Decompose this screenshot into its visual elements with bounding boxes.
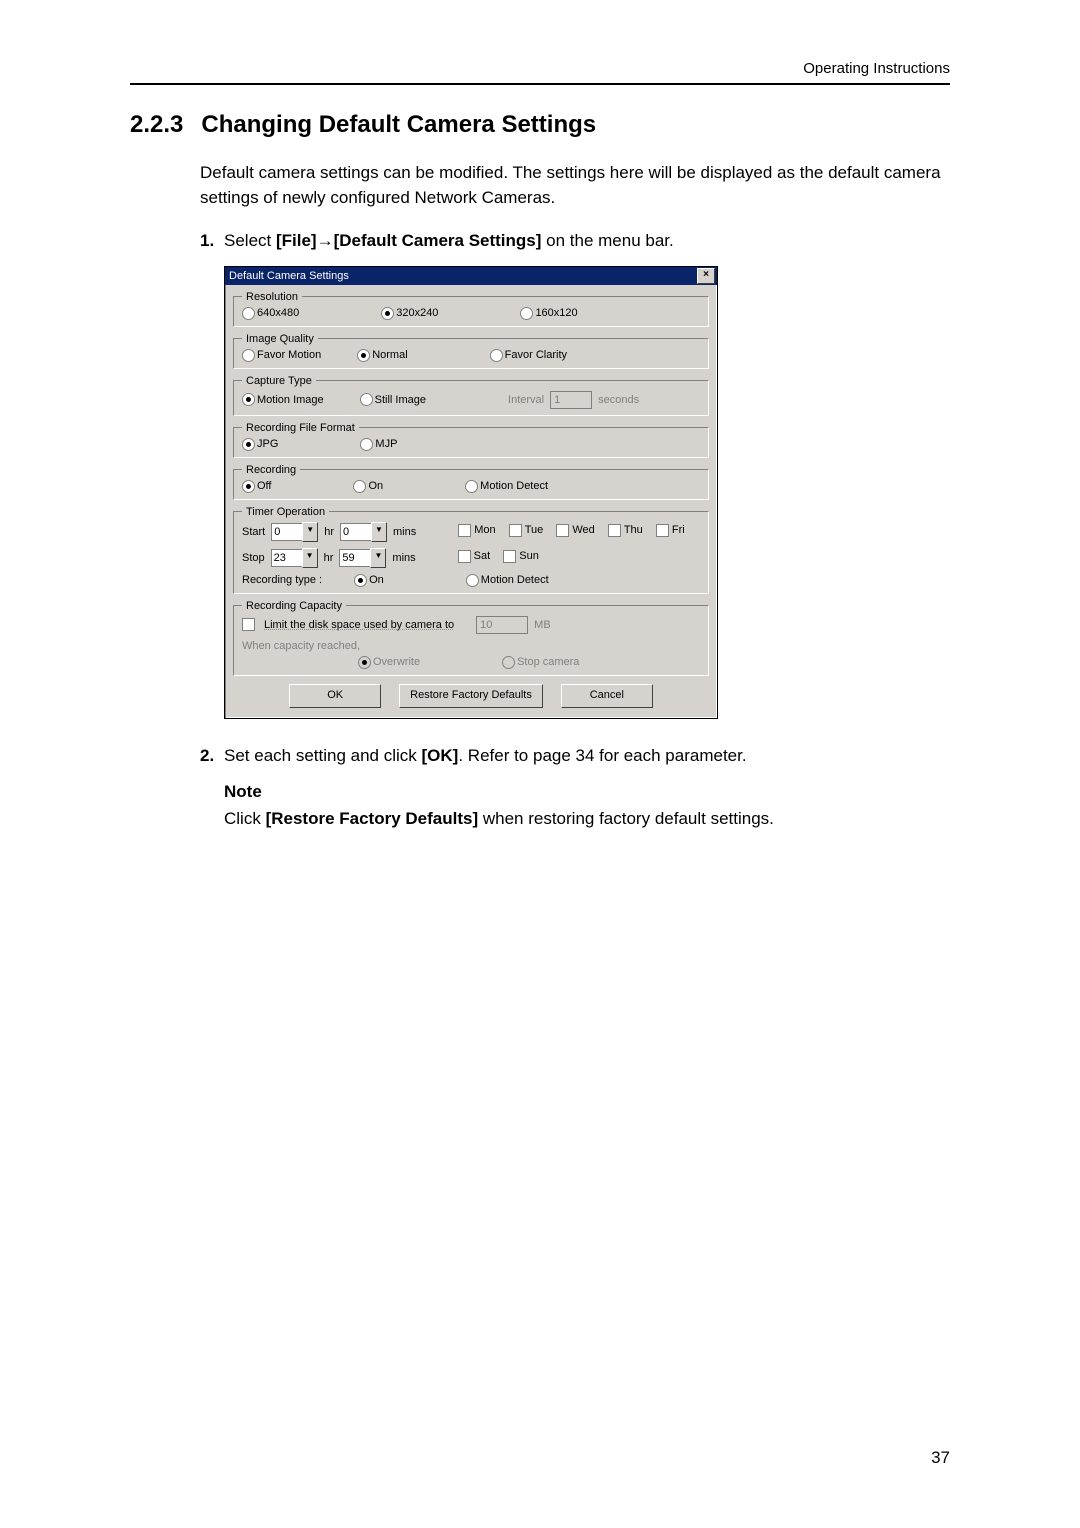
- group-timer: Timer Operation Start 0▼ hr 0▼ mins Mon …: [233, 506, 709, 594]
- dialog-titlebar[interactable]: Default Camera Settings ×: [225, 267, 717, 285]
- radio-motion-image[interactable]: Motion Image: [242, 393, 324, 406]
- interval-label: Interval: [508, 394, 544, 406]
- start-min-combo[interactable]: 0▼: [340, 522, 387, 542]
- section-heading: 2.2.3 Changing Default Camera Settings: [130, 111, 950, 139]
- limit-label: Limit the disk space used by camera to: [264, 619, 454, 631]
- radio-still-image[interactable]: Still Image: [360, 393, 426, 406]
- radio-rectype-motion[interactable]: Motion Detect: [466, 574, 549, 587]
- group-recording: Recording Off On Motion Detect: [233, 464, 709, 500]
- group-image-quality: Image Quality Favor Motion Normal Favor …: [233, 333, 709, 369]
- interval-unit: seconds: [598, 394, 639, 406]
- legend-file-format: Recording File Format: [242, 422, 359, 434]
- note-text: Click [Restore Factory Defaults] when re…: [224, 805, 950, 832]
- arrow-icon: →: [317, 228, 334, 254]
- radio-rec-on[interactable]: On: [353, 480, 383, 493]
- chk-sat[interactable]: Sat: [458, 550, 491, 563]
- ok-button[interactable]: OK: [289, 684, 381, 708]
- radio-normal[interactable]: Normal: [357, 349, 407, 362]
- stop-hour-combo[interactable]: 23▼: [271, 548, 318, 568]
- page-number: 37: [931, 1448, 950, 1468]
- when-capacity-label: When capacity reached,: [242, 640, 360, 652]
- step-1: 1.Select [File] → [Default Camera Settin…: [200, 228, 950, 254]
- running-header: Operating Instructions: [130, 60, 950, 85]
- cancel-button[interactable]: Cancel: [561, 684, 653, 708]
- radio-overwrite: Overwrite: [358, 656, 420, 669]
- legend-image-quality: Image Quality: [242, 333, 318, 345]
- legend-capacity: Recording Capacity: [242, 600, 346, 612]
- radio-rec-motion-detect[interactable]: Motion Detect: [465, 480, 548, 493]
- limit-value-input: 10: [476, 616, 528, 634]
- default-camera-settings-dialog: Default Camera Settings × Resolution 640…: [224, 266, 718, 719]
- radio-640x480[interactable]: 640x480: [242, 307, 299, 320]
- group-capture-type: Capture Type Motion Image Still Image In…: [233, 375, 709, 416]
- recording-type-label: Recording type :: [242, 574, 322, 586]
- start-label: Start: [242, 526, 265, 538]
- group-resolution: Resolution 640x480 320x240 160x120: [233, 291, 709, 327]
- step-2: 2.Set each setting and click [OK]. Refer…: [200, 743, 950, 769]
- chevron-down-icon[interactable]: ▼: [302, 548, 318, 568]
- chk-sun[interactable]: Sun: [503, 550, 539, 563]
- legend-resolution: Resolution: [242, 291, 302, 303]
- group-file-format: Recording File Format JPG MJP: [233, 422, 709, 458]
- radio-mjp[interactable]: MJP: [360, 438, 397, 451]
- restore-defaults-button[interactable]: Restore Factory Defaults: [399, 684, 543, 708]
- radio-favor-motion[interactable]: Favor Motion: [242, 349, 321, 362]
- radio-rec-off[interactable]: Off: [242, 480, 271, 493]
- radio-160x120[interactable]: 160x120: [520, 307, 577, 320]
- chk-wed[interactable]: Wed: [556, 524, 594, 537]
- chevron-down-icon[interactable]: ▼: [302, 522, 318, 542]
- legend-recording: Recording: [242, 464, 300, 476]
- radio-320x240[interactable]: 320x240: [381, 307, 438, 320]
- intro-paragraph: Default camera settings can be modified.…: [200, 161, 950, 210]
- radio-favor-clarity[interactable]: Favor Clarity: [490, 349, 567, 362]
- note-heading: Note: [224, 778, 950, 805]
- interval-input: 1: [550, 391, 592, 409]
- chk-limit-disk[interactable]: [242, 618, 255, 631]
- start-hour-combo[interactable]: 0▼: [271, 522, 318, 542]
- chk-tue[interactable]: Tue: [509, 524, 544, 537]
- group-capacity: Recording Capacity Limit the disk space …: [233, 600, 709, 676]
- legend-timer: Timer Operation: [242, 506, 329, 518]
- chk-thu[interactable]: Thu: [608, 524, 643, 537]
- section-title: Changing Default Camera Settings: [201, 111, 596, 138]
- section-number: 2.2.3: [130, 111, 183, 138]
- chevron-down-icon[interactable]: ▼: [371, 522, 387, 542]
- radio-stop-camera: Stop camera: [502, 656, 579, 669]
- chevron-down-icon[interactable]: ▼: [370, 548, 386, 568]
- legend-capture-type: Capture Type: [242, 375, 316, 387]
- radio-jpg[interactable]: JPG: [242, 438, 278, 451]
- dialog-title: Default Camera Settings: [229, 270, 349, 282]
- stop-label: Stop: [242, 552, 265, 564]
- chk-fri[interactable]: Fri: [656, 524, 685, 537]
- chk-mon[interactable]: Mon: [458, 524, 495, 537]
- stop-min-combo[interactable]: 59▼: [339, 548, 386, 568]
- limit-unit: MB: [534, 619, 551, 631]
- close-icon[interactable]: ×: [697, 268, 715, 284]
- radio-rectype-on[interactable]: On: [354, 574, 384, 587]
